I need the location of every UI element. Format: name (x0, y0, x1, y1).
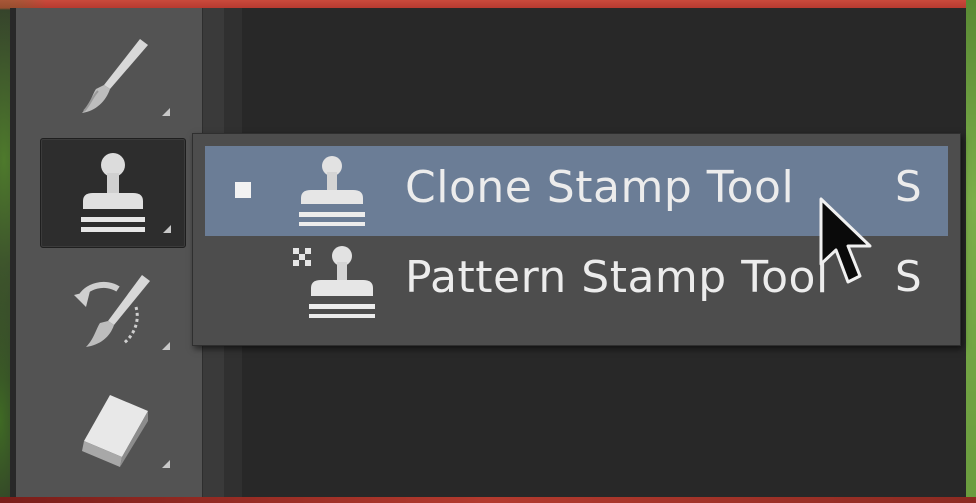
menu-item-shortcut: S (895, 252, 922, 301)
menu-item-label: Clone Stamp Tool (405, 162, 795, 213)
photo-backdrop-right (966, 0, 976, 503)
pattern-stamp-icon (293, 246, 375, 318)
brush-tool-button[interactable] (40, 22, 184, 130)
submenu-indicator (162, 460, 170, 468)
eraser-tool-button[interactable] (40, 374, 184, 482)
eraser-icon (82, 395, 148, 467)
submenu-indicator (163, 225, 171, 233)
history-brush-tool-button[interactable] (40, 256, 184, 364)
menu-item-label: Pattern Stamp Tool (405, 252, 829, 303)
clone-stamp-icon (299, 156, 365, 226)
menu-item-shortcut: S (895, 162, 922, 211)
clone-stamp-icon (81, 153, 145, 232)
clone-stamp-tool-button[interactable] (40, 138, 186, 248)
history-brush-icon (74, 275, 150, 347)
submenu-indicator (162, 342, 170, 350)
submenu-indicator (162, 108, 170, 116)
photo-backdrop-bottom (0, 497, 976, 503)
brush-icon (82, 39, 148, 113)
selected-bullet-icon (235, 182, 251, 198)
mouse-pointer-icon (819, 197, 872, 284)
